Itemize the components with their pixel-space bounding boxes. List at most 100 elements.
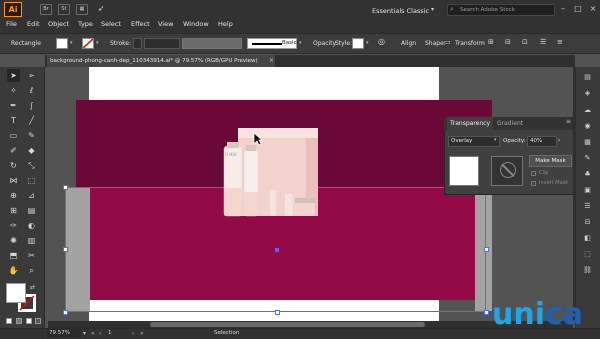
vertical-scrollbar[interactable] (573, 67, 576, 321)
previous-artboard-icon[interactable]: ‹ (99, 329, 101, 338)
stroke-weight-stepper[interactable] (133, 38, 142, 49)
selection-tool-icon[interactable]: ➤ (8, 70, 19, 81)
resize-handle-bottom[interactable] (275, 310, 280, 315)
artboard-tool-icon[interactable]: ⬒ (8, 250, 19, 261)
chevron-down-icon[interactable]: ▾ (366, 40, 369, 46)
first-artboard-icon[interactable]: « (91, 329, 95, 338)
eyedropper-icon[interactable]: ✑ (8, 220, 19, 231)
graphic-styles-icon[interactable]: ▣ (582, 185, 593, 196)
symbols-icon[interactable]: ♣ (582, 169, 593, 180)
last-artboard-icon[interactable]: » (140, 329, 144, 338)
menu-effect[interactable]: Effect (131, 20, 150, 28)
menu-view[interactable]: View (158, 20, 173, 28)
shape-builder-icon[interactable]: ⊕ (8, 190, 19, 201)
stock-icon[interactable]: St (58, 4, 70, 15)
swatches-icon[interactable]: ▦ (582, 137, 593, 148)
menu-file[interactable]: File (6, 20, 17, 28)
horizontal-scrollbar-thumb[interactable] (150, 322, 425, 327)
line-tool-icon[interactable]: ╱ (26, 115, 37, 126)
swap-colors-icon[interactable]: ⇄ (30, 284, 35, 291)
bridge-icon[interactable]: Br (40, 4, 52, 15)
stroke-weight-field[interactable] (144, 38, 180, 49)
shaper-tool-icon[interactable]: ✐ (8, 145, 19, 156)
workspace-switcher[interactable]: Essentials Classic (372, 7, 429, 15)
eraser-icon[interactable]: ◆ (26, 145, 37, 156)
color-icon[interactable]: ◉ (582, 121, 593, 132)
variable-width-profile[interactable] (182, 38, 242, 49)
pen-tool-icon[interactable]: ✒ (8, 100, 19, 111)
chevron-down-icon[interactable]: ▾ (299, 40, 302, 46)
rotate-tool-icon[interactable]: ↻ (8, 160, 19, 171)
artboard-number-field[interactable]: 1 (108, 329, 122, 338)
isolate-icon[interactable]: ⊡ (522, 38, 528, 46)
paintbrush-icon[interactable]: ✎ (26, 130, 37, 141)
tab-gradient[interactable]: Gradient (497, 117, 523, 130)
lasso-icon[interactable]: ℓ (26, 85, 37, 96)
invert-mask-checkbox[interactable] (531, 181, 536, 186)
none-mode-icon[interactable] (26, 318, 32, 324)
graph-tool-icon[interactable]: ▥ (26, 235, 37, 246)
menu-select[interactable]: Select (101, 20, 121, 28)
shape-icon[interactable]: ▭ (444, 38, 454, 48)
width-tool-icon[interactable]: ⋈ (8, 175, 19, 186)
resize-handle-bottom-right[interactable] (484, 310, 489, 315)
blend-mode-select[interactable]: Overlay (448, 136, 500, 147)
chevron-down-icon[interactable]: ▾ (83, 329, 86, 338)
type-tool-icon[interactable]: T (8, 115, 19, 126)
chevron-down-icon[interactable]: ▾ (70, 40, 73, 46)
menu-edit[interactable]: Edit (27, 20, 40, 28)
gradient-mode-icon[interactable] (16, 318, 22, 324)
align-icon[interactable]: ⊞ (488, 38, 494, 46)
direct-selection-tool-icon[interactable]: ➢ (26, 70, 37, 81)
layout-icon[interactable]: ▦ (76, 4, 88, 15)
pathfinder-icon[interactable]: ◧ (582, 233, 593, 244)
slice-tool-icon[interactable]: ✂ (26, 250, 37, 261)
mesh-tool-icon[interactable]: ⊞ (8, 205, 19, 216)
symbol-sprayer-icon[interactable]: ✺ (8, 235, 19, 246)
stroke-swatch[interactable] (82, 38, 94, 49)
menu-help[interactable]: Help (218, 20, 233, 28)
transform-button[interactable]: Transform (455, 40, 485, 47)
distribute-icon[interactable]: ⊟ (505, 38, 511, 46)
panel-menu-icon[interactable]: ≡ (566, 118, 571, 125)
menu-window[interactable]: Window (183, 20, 209, 28)
rectangle-tool-icon[interactable]: ▭ (8, 130, 19, 141)
opacity-label[interactable]: Opacity (313, 40, 336, 47)
hand-tool-icon[interactable]: ✋ (8, 265, 19, 276)
resize-handle-top-left[interactable] (63, 185, 68, 190)
close-icon[interactable]: × (586, 3, 600, 15)
zoom-level-field[interactable]: 79.57% (47, 329, 81, 338)
free-transform-icon[interactable]: ⬚ (26, 175, 37, 186)
status-tool-label[interactable]: Selection (214, 329, 239, 338)
properties-icon[interactable]: ▤ (582, 72, 593, 83)
opacity-input[interactable]: 40% (527, 136, 557, 147)
fill-color-swatch[interactable] (6, 283, 26, 303)
appearance-icon[interactable]: ☰ (582, 201, 593, 212)
resize-handle-bottom-left[interactable] (63, 310, 68, 315)
resize-handle-left[interactable] (63, 247, 68, 252)
recolor-icon[interactable]: ◎ (378, 37, 390, 49)
clip-checkbox[interactable] (531, 171, 536, 176)
links-icon[interactable]: ⛓ (582, 265, 593, 276)
libraries-icon[interactable]: ☁ (582, 105, 593, 116)
chevron-down-icon[interactable]: ▾ (431, 6, 434, 13)
zoom-tool-icon[interactable]: ⌕ (26, 265, 37, 276)
share-icon[interactable]: ➶ (95, 4, 107, 15)
transform-panel-icon[interactable]: ⬚ (582, 249, 593, 260)
graphic-style-swatch[interactable] (352, 38, 364, 49)
chevron-down-icon[interactable]: ▾ (494, 137, 497, 143)
close-icon[interactable]: × (269, 55, 274, 67)
panel-menu-icon[interactable]: ≡ (557, 38, 563, 46)
tab-transparency[interactable]: Transparency (447, 117, 493, 130)
minimize-icon[interactable]: – (556, 3, 570, 15)
layers-icon[interactable]: ◈ (582, 88, 593, 99)
next-artboard-icon[interactable]: › (132, 329, 134, 338)
resize-handle-right[interactable] (484, 247, 489, 252)
draw-mode-icon[interactable] (35, 318, 41, 324)
maximize-icon[interactable]: □ (571, 3, 585, 15)
magic-wand-icon[interactable]: ✧ (8, 85, 19, 96)
scale-tool-icon[interactable]: ⤡ (26, 160, 37, 171)
document-tab[interactable]: background-phong-canh-dep_110343914.ai* … (47, 55, 275, 67)
blend-tool-icon[interactable]: ◐ (26, 220, 37, 231)
make-mask-button[interactable]: Make Mask (529, 155, 572, 167)
